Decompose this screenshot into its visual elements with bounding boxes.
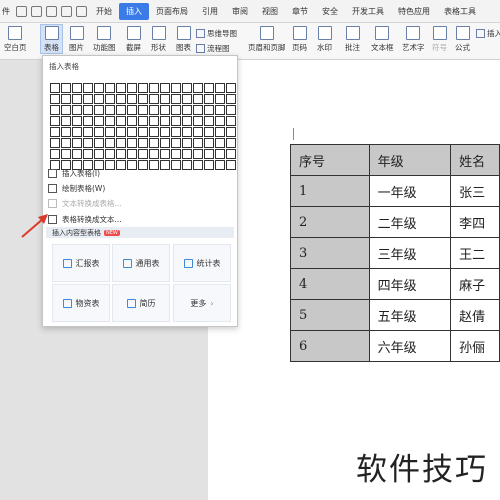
site-watermark: 软件技巧 [356,452,488,488]
red-arrow-annotation [21,214,48,238]
